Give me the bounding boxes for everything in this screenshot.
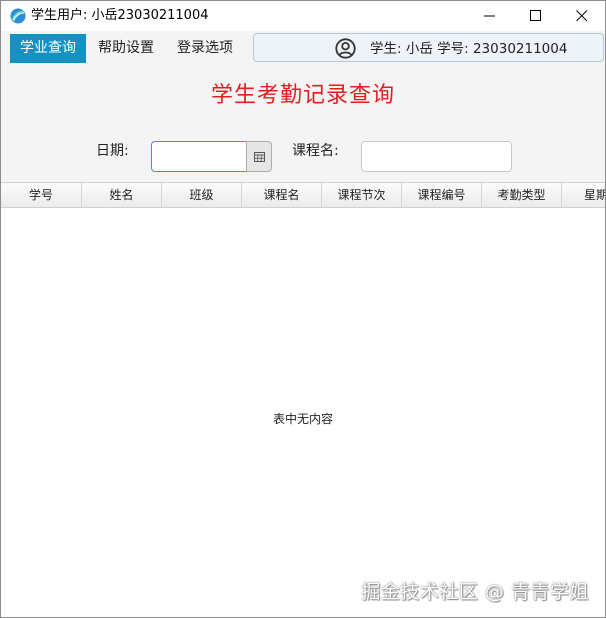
date-label: 日期: xyxy=(96,143,129,159)
menu-item-academic-query[interactable]: 学业查询 xyxy=(10,34,86,63)
close-icon xyxy=(576,10,588,22)
maximize-button[interactable] xyxy=(513,1,559,31)
title-bar: 学生用户: 小岳23030211004 xyxy=(1,1,605,31)
minimize-button[interactable] xyxy=(467,1,513,31)
course-name-label: 课程名: xyxy=(292,143,339,159)
table-empty-message: 表中无内容 xyxy=(272,412,333,426)
user-circle-icon xyxy=(335,38,356,59)
attendance-table: 学号 姓名 班级 课程名 课程节次 课程编号 考勤类型 星期 表中无内容 掘金技… xyxy=(1,182,605,617)
window-title: 学生用户: 小岳23030211004 xyxy=(31,8,209,23)
column-header-name[interactable]: 姓名 xyxy=(82,183,162,207)
column-header-course-code[interactable]: 课程编号 xyxy=(402,183,482,207)
app-logo-icon xyxy=(10,8,26,24)
maximize-icon xyxy=(530,10,541,21)
user-info-text: 学生: 小岳 学号: 23030211004 xyxy=(370,41,568,57)
minimize-icon xyxy=(484,15,495,17)
menu-item-help-settings[interactable]: 帮助设置 xyxy=(88,34,164,63)
watermark: 掘金技术社区 @ 青青学姐 xyxy=(361,581,589,603)
menu-item-login-options[interactable]: 登录选项 xyxy=(165,34,245,63)
date-input[interactable] xyxy=(151,141,247,172)
app-window: 学生用户: 小岳23030211004 学业查询 帮助设置 登录选项 学生: 小… xyxy=(0,0,606,618)
course-name-input[interactable] xyxy=(361,141,512,172)
column-header-student-id[interactable]: 学号 xyxy=(1,183,82,207)
column-header-course-name[interactable]: 课程名 xyxy=(242,183,322,207)
table-header: 学号 姓名 班级 课程名 课程节次 课程编号 考勤类型 星期 xyxy=(1,183,605,208)
page-title: 学生考勤记录查询 xyxy=(210,83,395,108)
column-header-attendance-type[interactable]: 考勤类型 xyxy=(482,183,562,207)
date-picker-button[interactable] xyxy=(246,141,272,172)
column-header-class[interactable]: 班级 xyxy=(162,183,242,207)
user-info-panel: 学生: 小岳 学号: 23030211004 xyxy=(253,33,604,62)
calendar-icon xyxy=(254,152,265,162)
column-header-course-period[interactable]: 课程节次 xyxy=(322,183,402,207)
close-button[interactable] xyxy=(559,1,605,31)
column-header-weekday[interactable]: 星期 xyxy=(562,183,605,207)
